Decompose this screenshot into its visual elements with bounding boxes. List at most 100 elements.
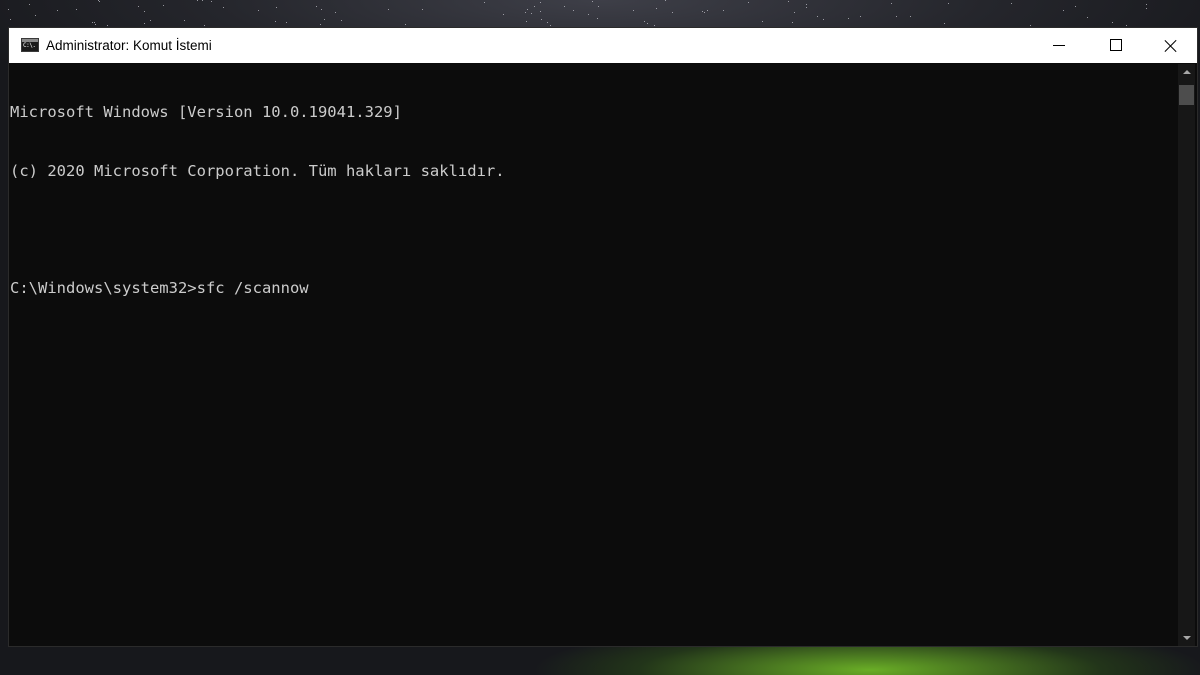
star (654, 25, 655, 26)
star (723, 10, 724, 11)
scroll-down-button[interactable] (1178, 629, 1195, 646)
star (702, 11, 703, 12)
star (644, 21, 645, 22)
star (341, 20, 342, 21)
star (1030, 25, 1031, 26)
star (92, 22, 93, 23)
star (422, 9, 423, 10)
maximize-button[interactable] (1087, 28, 1143, 63)
star (1126, 25, 1127, 26)
star (197, 0, 198, 1)
chevron-down-icon (1183, 636, 1191, 640)
command-prompt-icon-glyph: C:\. (23, 42, 36, 49)
star (1146, 8, 1147, 9)
star (99, 1, 100, 2)
star (588, 14, 589, 15)
star (138, 6, 139, 7)
star (503, 14, 504, 15)
star (598, 6, 599, 7)
star (204, 25, 205, 26)
star (806, 7, 807, 8)
star (258, 10, 259, 11)
star (656, 8, 657, 9)
command-prompt-icon[interactable]: C:\. (21, 38, 39, 52)
star (275, 21, 276, 22)
vertical-scrollbar[interactable] (1178, 64, 1195, 646)
star (150, 20, 151, 21)
star (534, 6, 535, 7)
star (817, 16, 818, 17)
close-button[interactable] (1143, 28, 1199, 63)
scroll-thumb[interactable] (1179, 85, 1194, 105)
star (564, 6, 565, 7)
star (57, 10, 58, 11)
close-icon (1170, 38, 1171, 53)
chevron-up-icon (1183, 70, 1191, 74)
star (10, 19, 11, 20)
star (1011, 3, 1012, 4)
star (540, 2, 541, 3)
star (484, 2, 485, 3)
star (792, 22, 793, 23)
star (29, 4, 30, 5)
star (823, 19, 824, 20)
maximize-icon (1110, 39, 1122, 51)
console-line: Microsoft Windows [Version 10.0.19041.32… (10, 103, 402, 121)
title-bar[interactable]: C:\. Administrator: Komut İstemi (9, 28, 1197, 63)
star (948, 3, 949, 4)
star (665, 0, 666, 1)
star (8, 9, 9, 10)
star (405, 24, 406, 25)
star (223, 7, 224, 8)
star (707, 10, 708, 11)
star (860, 16, 861, 17)
star (647, 23, 648, 24)
star (276, 7, 277, 8)
star (388, 9, 389, 10)
star (526, 21, 527, 22)
star (316, 6, 317, 7)
star (525, 12, 526, 13)
star (762, 21, 763, 22)
star (144, 23, 145, 24)
star (527, 9, 528, 10)
minimize-button[interactable] (1031, 28, 1087, 63)
star (94, 22, 95, 23)
star (848, 18, 849, 19)
star (547, 22, 548, 23)
star (896, 16, 897, 17)
scroll-up-button[interactable] (1178, 64, 1195, 81)
minimize-icon (1053, 45, 1065, 46)
star (1063, 10, 1064, 11)
console-line: (c) 2020 Microsoft Corporation. Tüm hakl… (10, 161, 505, 180)
window-title: Administrator: Komut İstemi (46, 38, 212, 53)
console-output[interactable]: Microsoft Windows [Version 10.0.19041.32… (10, 64, 1175, 644)
star (321, 9, 322, 10)
star (672, 12, 673, 13)
command-prompt-window[interactable]: C:\. Administrator: Komut İstemi Microso… (8, 27, 1198, 647)
star (592, 1, 593, 2)
star (748, 2, 749, 3)
star (1075, 6, 1076, 7)
star (1087, 17, 1088, 18)
star (76, 9, 77, 10)
console-prompt-line[interactable]: C:\Windows\system32>sfc /scannow (10, 279, 1175, 299)
star (633, 10, 634, 11)
star (1112, 22, 1113, 23)
star (597, 18, 598, 19)
star (324, 19, 325, 20)
star (573, 10, 574, 11)
star (184, 20, 185, 21)
star (531, 13, 532, 14)
star (95, 24, 96, 25)
star (806, 4, 807, 5)
star (1146, 4, 1147, 5)
star (163, 5, 164, 6)
star (891, 3, 892, 4)
star (944, 23, 945, 24)
star (35, 15, 36, 16)
star (541, 19, 542, 20)
star (144, 11, 145, 12)
star (550, 25, 551, 26)
